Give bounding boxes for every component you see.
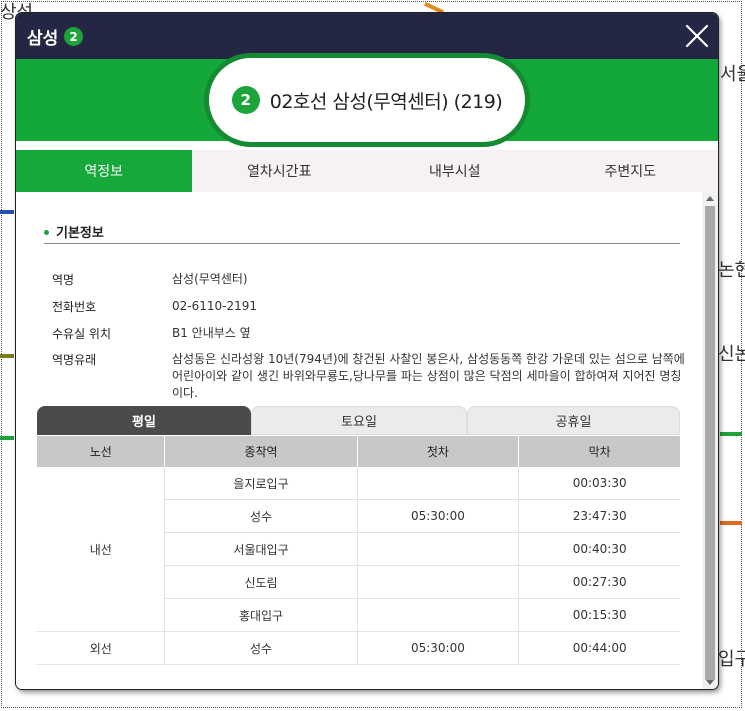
modal-title: 삼성: [27, 29, 59, 49]
section-title: 기본정보: [56, 226, 104, 241]
info-label: 역명: [52, 273, 75, 287]
close-icon[interactable]: [684, 23, 710, 49]
info-label: 전화번호: [52, 300, 97, 314]
column-header: 노선: [37, 436, 166, 467]
terminal-cell: 성수: [164, 499, 358, 533]
info-value: 삼성동은 신라성왕 10년(794년)에 창건된 사찰인 봉은사, 삼성동동쪽 …: [172, 352, 685, 400]
last-train-cell: 00:44:00: [518, 631, 680, 665]
info-label: 수유실 위치: [52, 327, 112, 341]
table-row: 내선 을지로입구 00:03:30: [37, 467, 680, 632]
station-pill: 2 02호선 삼성(무역센터) (219): [204, 53, 530, 147]
map-label: 서울: [720, 64, 745, 85]
info-value: B1 안내부스 옆: [172, 326, 251, 340]
map-label: 신논: [718, 344, 745, 365]
tab-station-info[interactable]: 역정보: [16, 150, 192, 192]
terminal-cell: 성수: [164, 631, 358, 665]
divider: [44, 243, 680, 244]
line-badge: 2: [64, 27, 83, 46]
line-badge: 2: [231, 86, 260, 114]
tab-facilities[interactable]: 내부시설: [367, 150, 543, 192]
last-train-cell: 23:47:30: [518, 499, 680, 533]
station-full-name: 02호선 삼성(무역센터) (219): [269, 90, 503, 113]
last-train-cell: 00:03:30: [518, 467, 680, 500]
scroll-up-icon[interactable]: [706, 196, 714, 201]
station-info-modal: 삼성 2 2 02호선 삼성(무역센터) (219) 역정보 열차시간표 내부시…: [16, 13, 718, 689]
column-header: 첫차: [357, 436, 520, 467]
table-row: 외선 성수 05:30:00 00:44:00: [37, 631, 680, 665]
terminal-cell: 홍대입구: [164, 598, 358, 632]
info-tabs: 역정보 열차시간표 내부시설 주변지도: [16, 150, 718, 192]
first-train-cell: 05:30:00: [357, 631, 520, 665]
scroll-thumb[interactable]: [705, 206, 715, 680]
info-label: 역명유래: [52, 353, 97, 367]
map-line-green: [0, 436, 14, 440]
first-train-cell: [357, 565, 520, 599]
column-header: 막차: [518, 436, 680, 467]
content-scrollbar[interactable]: [702, 192, 718, 689]
info-value: 삼성(무역센터): [172, 272, 248, 286]
column-header: 종착역: [164, 436, 358, 467]
first-train-cell: 05:30:00: [357, 499, 520, 533]
tab-content: 기본정보 역명 삼성(무역센터) 전화번호 02-6110-2191 수유실 위…: [16, 192, 702, 689]
line-cell: 내선: [37, 467, 166, 632]
table-header-row: 노선 종착역 첫차 막차: [37, 436, 680, 467]
last-train-cell: 00:27:30: [518, 565, 680, 599]
tab-nearby-map[interactable]: 주변지도: [543, 150, 719, 192]
line-cell: 외선: [37, 631, 166, 665]
first-train-cell: [357, 532, 520, 566]
first-train-cell: [357, 598, 520, 632]
terminal-cell: 서울대입구: [164, 532, 358, 566]
day-tab-holiday[interactable]: 공휴일: [467, 406, 680, 435]
day-tab-weekday[interactable]: 평일: [37, 406, 251, 435]
map-line-orange-right: [720, 521, 742, 525]
map-line-green-right: [720, 432, 742, 436]
timetable: 노선 종착역 첫차 막차 내선 을지로입구 00:03:30 성수 05:30:…: [37, 436, 680, 665]
info-value: 02-6110-2191: [172, 299, 258, 313]
terminal-cell: 신도림: [164, 565, 358, 599]
map-label: 논현: [718, 260, 745, 281]
day-tab-saturday[interactable]: 토요일: [251, 406, 467, 435]
terminal-cell: 을지로입구: [164, 467, 358, 500]
map-line-blue: [0, 210, 14, 214]
day-tabs: 평일 토요일 공휴일: [37, 406, 680, 435]
tab-timetable[interactable]: 열차시간표: [192, 150, 368, 192]
first-train-cell: [357, 467, 520, 500]
last-train-cell: 00:40:30: [518, 532, 680, 566]
map-label: 입구: [718, 649, 745, 670]
last-train-cell: 00:15:30: [518, 598, 680, 632]
scroll-down-icon[interactable]: [706, 680, 714, 685]
map-line-olive: [0, 354, 14, 358]
